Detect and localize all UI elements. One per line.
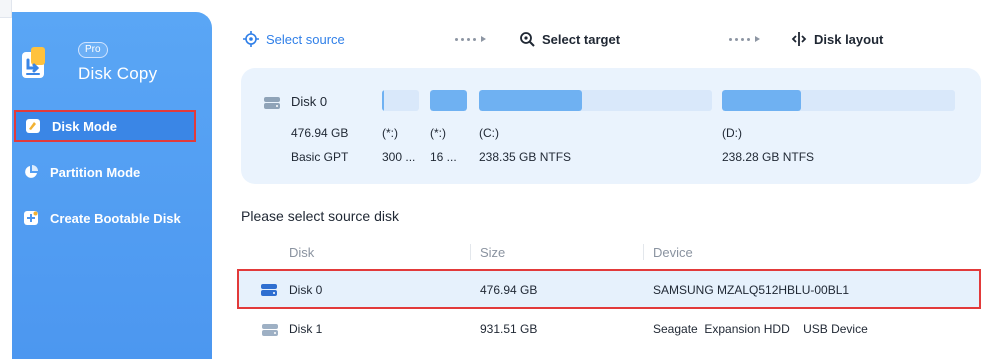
disk-map-card[interactable]: Disk 0 476.94 GB Basic GPT (*:) 300 ... … bbox=[241, 68, 981, 184]
step-label: Disk layout bbox=[814, 31, 884, 47]
partition-bar[interactable] bbox=[722, 90, 955, 111]
hard-disk-icon bbox=[261, 284, 277, 296]
partition-used-fill bbox=[479, 90, 582, 111]
column-header-disk[interactable]: Disk bbox=[289, 245, 314, 260]
wizard-steps: Select source Select target Disk layout bbox=[242, 28, 982, 50]
partition-bar[interactable] bbox=[382, 90, 419, 111]
disk-map-name: Disk 0 bbox=[291, 94, 328, 109]
sidebar-item-label: Partition Mode bbox=[50, 164, 141, 180]
partition-info: 16 ... bbox=[430, 150, 457, 164]
hard-disk-icon bbox=[262, 324, 278, 336]
disk-device: SAMSUNG MZALQ512HBLU-00BL1 bbox=[653, 283, 850, 297]
partition-info: 300 ... bbox=[382, 150, 416, 164]
partition-bar[interactable] bbox=[430, 90, 467, 111]
split-arrows-icon bbox=[790, 30, 808, 48]
step-separator bbox=[729, 33, 760, 45]
table-row[interactable]: Disk 1 931.51 GB Seagate Expansion HDD U… bbox=[241, 311, 981, 347]
partition-used-fill bbox=[382, 90, 385, 111]
sidebar-item-partition-mode[interactable]: Partition Mode bbox=[14, 156, 196, 188]
sidebar: Pro Disk Copy Disk Mode Partition Mode C… bbox=[12, 12, 212, 359]
disk-device: Seagate Expansion HDD USB Device bbox=[653, 322, 868, 336]
pie-chart-icon bbox=[22, 163, 40, 181]
column-divider[interactable] bbox=[470, 244, 471, 260]
column-divider[interactable] bbox=[643, 244, 644, 260]
sidebar-item-label: Disk Mode bbox=[52, 118, 118, 134]
sidebar-item-create-bootable-disk[interactable]: Create Bootable Disk bbox=[14, 202, 196, 234]
step-select-target[interactable]: Select target bbox=[518, 28, 620, 50]
step-label: Select target bbox=[542, 31, 621, 47]
brand: Pro Disk Copy bbox=[20, 42, 210, 92]
disk-size: 476.94 GB bbox=[480, 283, 538, 297]
crosshair-icon bbox=[242, 30, 260, 48]
step-disk-layout[interactable]: Disk layout bbox=[790, 28, 883, 50]
window-tab bbox=[0, 0, 12, 18]
sidebar-item-disk-mode[interactable]: Disk Mode bbox=[14, 110, 196, 142]
partition-used-fill bbox=[430, 90, 467, 111]
partition-used-fill bbox=[722, 90, 802, 111]
disk-size: 931.51 GB bbox=[480, 322, 538, 336]
partition-letter: (D:) bbox=[722, 126, 742, 140]
table-row[interactable]: Disk 0 476.94 GB SAMSUNG MZALQ512HBLU-00… bbox=[237, 269, 981, 309]
column-header-size[interactable]: Size bbox=[480, 245, 505, 260]
partition-letter: (C:) bbox=[479, 126, 499, 140]
hard-disk-icon bbox=[264, 97, 280, 109]
window-edge bbox=[0, 0, 12, 359]
disk-mode-icon bbox=[24, 117, 42, 135]
partition-letter: (*:) bbox=[430, 126, 446, 140]
sidebar-item-label: Create Bootable Disk bbox=[50, 210, 181, 226]
step-label: Select source bbox=[266, 31, 345, 47]
step-select-source[interactable]: Select source bbox=[242, 28, 345, 50]
disk-copy-logo-icon bbox=[22, 47, 45, 78]
disk-map-type: Basic GPT bbox=[291, 150, 349, 164]
partition-letter: (*:) bbox=[382, 126, 398, 140]
partition-info: 238.35 GB NTFS bbox=[479, 150, 572, 164]
column-header-device[interactable]: Device bbox=[653, 245, 693, 260]
disk-name: Disk 1 bbox=[289, 322, 323, 336]
disk-name: Disk 0 bbox=[289, 283, 323, 297]
partition-bar[interactable] bbox=[479, 90, 712, 111]
app-title: Disk Copy bbox=[78, 64, 158, 83]
partition-info: 238.28 GB NTFS bbox=[722, 150, 815, 164]
section-title: Please select source disk bbox=[241, 208, 399, 224]
step-separator bbox=[455, 33, 486, 45]
target-search-icon bbox=[518, 30, 536, 48]
pro-badge: Pro bbox=[78, 42, 108, 58]
disk-map-size: 476.94 GB bbox=[291, 126, 349, 140]
table-header: Disk Size Device bbox=[241, 238, 981, 266]
bootable-disk-icon bbox=[22, 209, 40, 227]
